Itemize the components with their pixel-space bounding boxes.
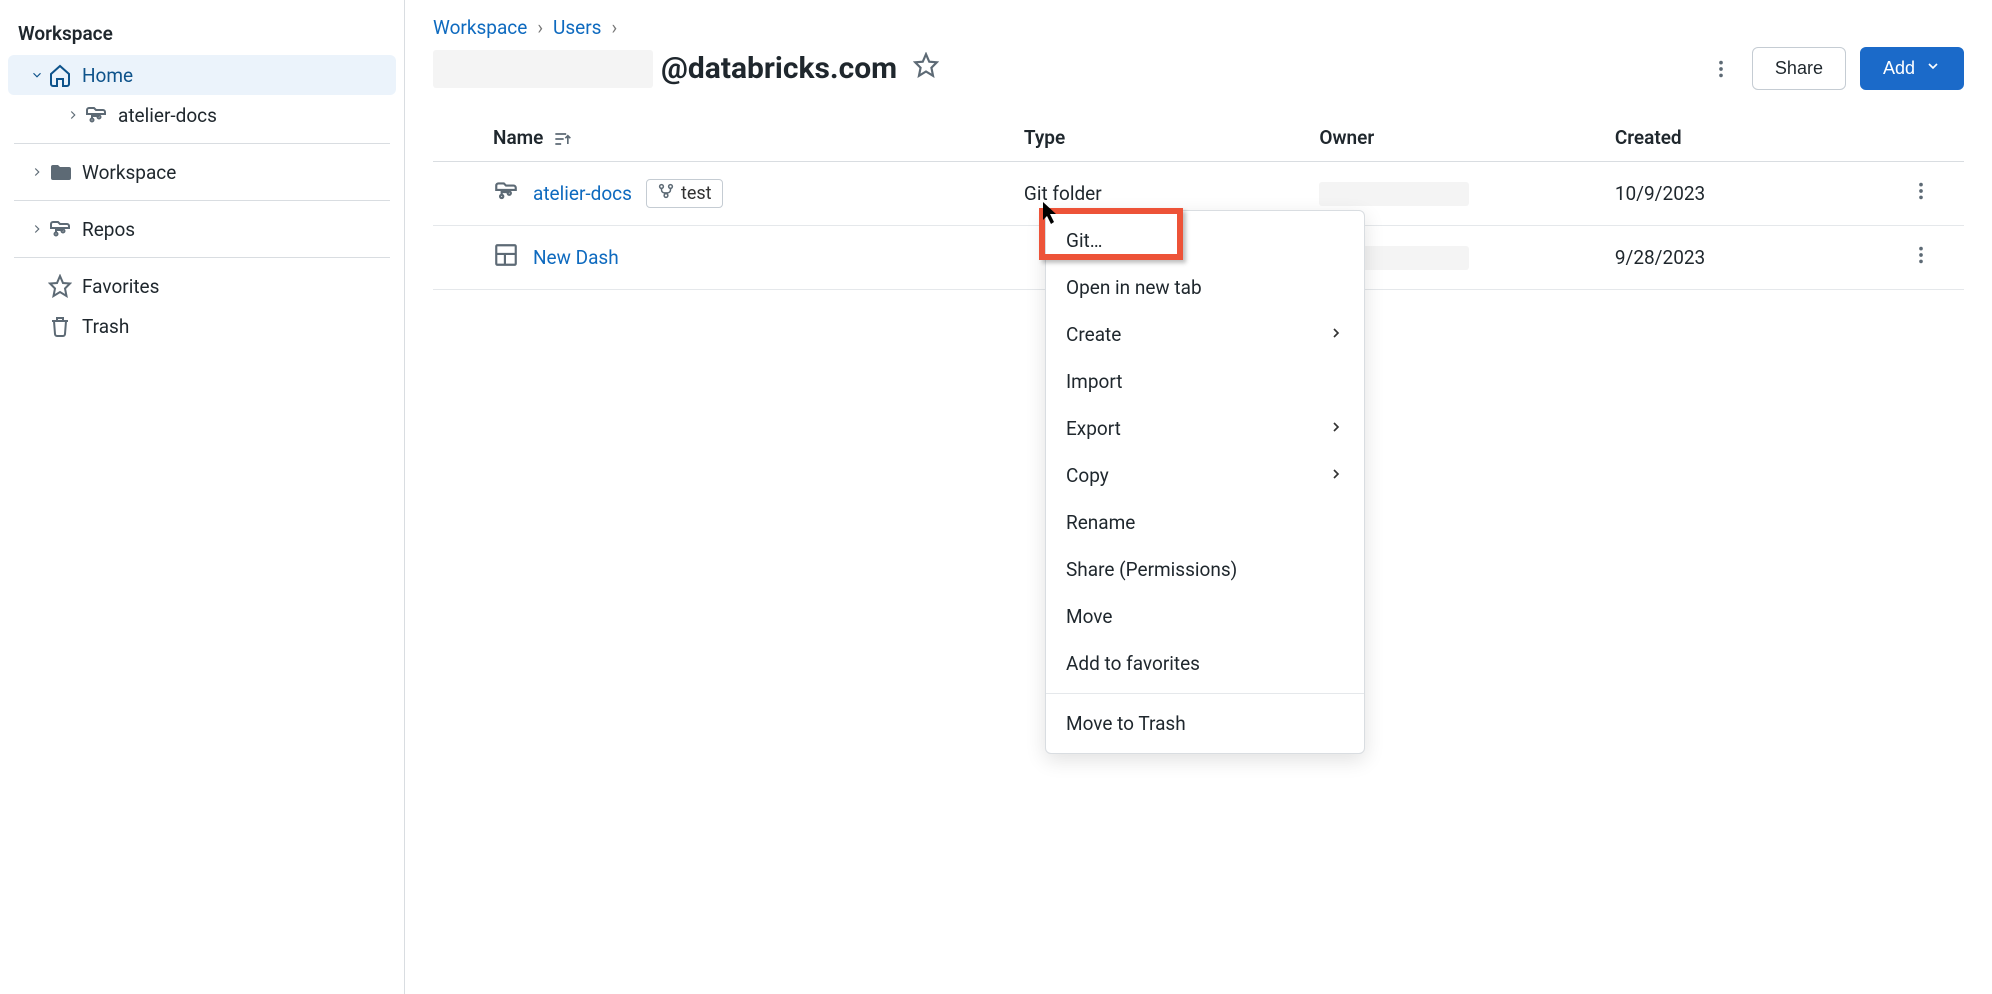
- chevron-right-icon: [1328, 464, 1344, 487]
- item-name-link[interactable]: atelier-docs: [533, 182, 632, 205]
- menu-item-share-permissions[interactable]: Share (Permissions): [1046, 546, 1364, 593]
- sort-ascending-icon: [548, 126, 572, 149]
- sidebar-item-favorites[interactable]: Favorites: [8, 266, 396, 306]
- chevron-right-icon: [62, 108, 84, 122]
- git-folder-icon: [84, 103, 108, 127]
- star-icon: [48, 274, 72, 298]
- branch-label: test: [681, 183, 712, 204]
- redacted-username: [433, 50, 653, 88]
- item-created: 10/9/2023: [1615, 162, 1910, 226]
- sidebar-item-label: Trash: [82, 315, 129, 338]
- divider: [14, 200, 390, 201]
- chevron-right-icon: [26, 222, 48, 236]
- menu-divider: [1046, 693, 1364, 694]
- chevron-right-icon: [26, 165, 48, 179]
- trash-icon: [48, 314, 72, 338]
- column-header-created[interactable]: Created: [1615, 114, 1910, 162]
- kebab-menu-button[interactable]: [1704, 52, 1738, 86]
- page-header: @databricks.com Share Add: [433, 47, 1964, 90]
- sidebar-item-label: atelier-docs: [118, 104, 217, 127]
- breadcrumb-link-users[interactable]: Users: [553, 16, 601, 39]
- chevron-right-icon: [1328, 417, 1344, 440]
- add-button-label: Add: [1883, 58, 1915, 79]
- divider: [14, 257, 390, 258]
- menu-item-import[interactable]: Import: [1046, 358, 1364, 405]
- sidebar-item-label: Home: [82, 64, 133, 87]
- menu-item-rename[interactable]: Rename: [1046, 499, 1364, 546]
- sidebar-item-label: Repos: [82, 218, 135, 241]
- header-actions: Share Add: [1704, 47, 1964, 90]
- breadcrumb-separator: ›: [537, 16, 543, 39]
- menu-item-copy[interactable]: Copy: [1046, 452, 1364, 499]
- chevron-right-icon: [1328, 323, 1344, 346]
- item-name-link[interactable]: New Dash: [533, 246, 619, 269]
- breadcrumb-separator: ›: [611, 16, 617, 39]
- sidebar-item-workspace[interactable]: Workspace: [8, 152, 396, 192]
- sidebar-item-atelier-docs[interactable]: atelier-docs: [8, 95, 396, 135]
- column-header-name[interactable]: Name: [433, 114, 1024, 162]
- sidebar-item-repos[interactable]: Repos: [8, 209, 396, 249]
- main-content: Workspace › Users › @databricks.com Shar…: [405, 0, 1992, 994]
- page-title-suffix: @databricks.com: [661, 51, 897, 86]
- home-icon: [48, 63, 72, 87]
- redacted-owner: [1319, 182, 1469, 206]
- row-kebab-menu[interactable]: [1910, 244, 1932, 266]
- column-header-owner[interactable]: Owner: [1319, 114, 1614, 162]
- sidebar-item-label: Workspace: [82, 161, 176, 184]
- item-created: 9/28/2023: [1615, 226, 1910, 290]
- breadcrumb-link-workspace[interactable]: Workspace: [433, 16, 527, 39]
- sidebar-title: Workspace: [0, 10, 404, 55]
- share-button-label: Share: [1775, 58, 1823, 79]
- column-header-type[interactable]: Type: [1024, 114, 1319, 162]
- share-button[interactable]: Share: [1752, 47, 1846, 90]
- dashboard-icon: [493, 242, 519, 273]
- folder-icon: [48, 160, 72, 184]
- breadcrumb: Workspace › Users ›: [433, 16, 1964, 39]
- star-icon[interactable]: [913, 51, 939, 86]
- page-title: @databricks.com: [433, 50, 939, 88]
- sidebar-item-label: Favorites: [82, 275, 159, 298]
- git-folder-icon: [493, 178, 519, 209]
- branch-icon: [657, 182, 675, 205]
- chevron-down-icon: [30, 64, 44, 86]
- add-button[interactable]: Add: [1860, 47, 1964, 90]
- menu-item-open-new-tab[interactable]: Open in new tab: [1046, 264, 1364, 311]
- sidebar: Workspace Home atelier-docs Workspace: [0, 0, 405, 994]
- divider: [14, 143, 390, 144]
- menu-item-move-to-trash[interactable]: Move to Trash: [1046, 700, 1364, 747]
- menu-item-export[interactable]: Export: [1046, 405, 1364, 452]
- branch-tag[interactable]: test: [646, 179, 723, 208]
- menu-item-add-favorites[interactable]: Add to favorites: [1046, 640, 1364, 687]
- context-menu: Git… Open in new tab Create Import Expor…: [1045, 210, 1365, 754]
- chevron-down-icon: [1925, 58, 1941, 79]
- sidebar-item-home[interactable]: Home: [8, 55, 396, 95]
- menu-item-move[interactable]: Move: [1046, 593, 1364, 640]
- sidebar-item-trash[interactable]: Trash: [8, 306, 396, 346]
- menu-item-create[interactable]: Create: [1046, 311, 1364, 358]
- repos-icon: [48, 217, 72, 241]
- row-kebab-menu[interactable]: [1910, 180, 1932, 202]
- menu-item-git[interactable]: Git…: [1046, 217, 1364, 264]
